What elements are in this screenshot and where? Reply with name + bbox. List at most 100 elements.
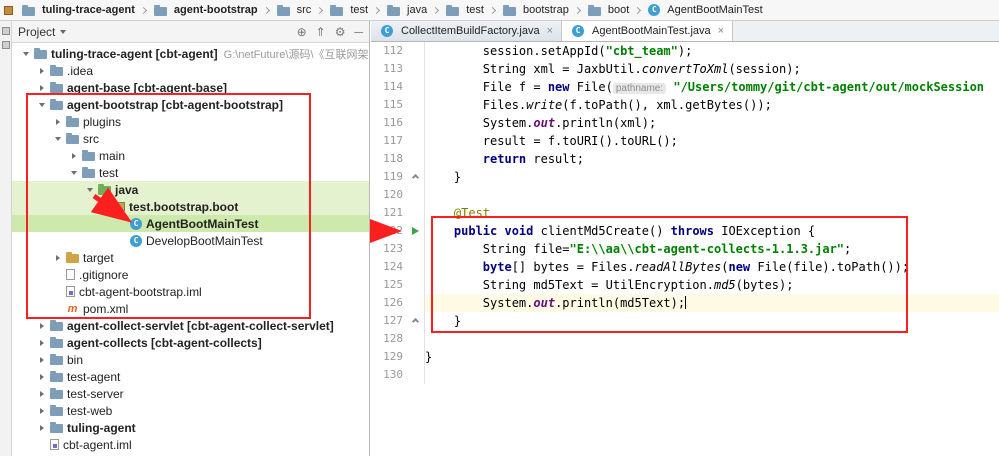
expand-arrow-open-icon[interactable]: [36, 102, 48, 107]
code-segment: "E:\\aa\\cbt-agent-collects-1.1.3.jar": [569, 242, 845, 256]
settings-gear-icon[interactable]: ⚙: [335, 26, 346, 38]
line-number: 116: [383, 116, 403, 129]
tree-item-test-web[interactable]: test-web: [12, 402, 369, 419]
close-tab-icon[interactable]: ×: [547, 25, 553, 37]
breadcrumb-item-tuling-trace-agent[interactable]: tuling-trace-agent: [17, 4, 138, 16]
breadcrumb-item-java[interactable]: java: [382, 4, 430, 16]
breadcrumb-item-boot[interactable]: boot: [583, 4, 632, 16]
expand-arrow-closed-icon[interactable]: [36, 322, 48, 329]
code-editor[interactable]: 112 session.setAppId("cbt_team"); 113 Str…: [372, 42, 999, 456]
code-segment: }: [425, 170, 462, 184]
fold-region-icon[interactable]: [411, 173, 420, 181]
breadcrumb-item-AgentBootMainTest[interactable]: C AgentBootMainTest: [643, 4, 765, 16]
expand-arrow-open-icon[interactable]: [100, 204, 112, 209]
breadcrumb-item-test[interactable]: test: [325, 4, 371, 16]
breadcrumb-item-test[interactable]: test: [441, 4, 487, 16]
tree-item-pom.xml[interactable]: m pom.xml: [12, 300, 369, 317]
tree-item-tuling-agent[interactable]: tuling-agent: [12, 419, 369, 436]
code-text[interactable]: String md5Text = UtilEncryption.md5(byte…: [425, 276, 999, 294]
gutter-cell[interactable]: [408, 312, 425, 330]
project-toolwindow-icon[interactable]: [1, 27, 10, 35]
folder-orange-icon: [66, 252, 79, 263]
code-text[interactable]: }: [425, 168, 999, 186]
code-text[interactable]: File f = new File(pathname: "/Users/tomm…: [425, 78, 999, 96]
code-text[interactable]: String file="E:\\aa\\cbt-agent-collects-…: [425, 240, 999, 258]
tree-item-agent-base [cbt-agent-base][interactable]: agent-base [cbt-agent-base]: [12, 79, 369, 96]
hide-panel-icon[interactable]: ─: [354, 26, 363, 38]
project-panel: Project ⊕ ⇑ ⚙ ─ tuling-trace-agent [cbt-age…: [12, 21, 370, 456]
code-segment: File(: [576, 80, 613, 94]
gutter-cell[interactable]: [408, 222, 425, 240]
code-text[interactable]: public void clientMd5Create() throws IOE…: [425, 222, 999, 240]
code-text[interactable]: result = f.toURI().toURL();: [425, 132, 999, 150]
code-text[interactable]: System.out.println(md5Text);: [425, 294, 999, 312]
tree-item-main[interactable]: main: [12, 147, 369, 164]
folder-icon: [50, 99, 63, 110]
gutter-cell: [408, 42, 425, 60]
tree-item-.idea[interactable]: .idea: [12, 62, 369, 79]
expand-arrow-closed-icon[interactable]: [36, 67, 48, 74]
breadcrumb-label: src: [296, 4, 312, 16]
tree-item-test[interactable]: test: [12, 164, 369, 181]
tree-item-agent-bootstrap [cbt-agent-bootstrap][interactable]: agent-bootstrap [cbt-agent-bootstrap]: [12, 96, 369, 113]
expand-arrow-closed-icon[interactable]: [52, 118, 64, 125]
breadcrumb-item-agent-bootstrap[interactable]: agent-bootstrap: [149, 4, 261, 16]
editor-tab-CollectItemBuildFactory.java[interactable]: C CollectItemBuildFactory.java ×: [371, 21, 563, 41]
expand-arrow-closed-icon[interactable]: [36, 424, 48, 431]
tree-item-AgentBootMainTest[interactable]: C AgentBootMainTest: [12, 215, 369, 232]
expand-arrow-closed-icon[interactable]: [36, 390, 48, 397]
tree-item-plugins[interactable]: plugins: [12, 113, 369, 130]
tree-item-agent-collect-servlet [cbt-agent-collect-servlet][interactable]: agent-collect-servlet [cbt-agent-collect…: [12, 317, 369, 334]
code-text[interactable]: session.setAppId("cbt_team");: [425, 42, 999, 60]
chevron-down-icon[interactable]: [60, 29, 67, 34]
expand-arrow-closed-icon[interactable]: [36, 373, 48, 380]
expand-arrow-closed-icon[interactable]: [36, 84, 48, 91]
tree-item-tuling-trace-agent [cbt-agent][interactable]: tuling-trace-agent [cbt-agent] G:\netFutu…: [12, 45, 369, 62]
locate-icon[interactable]: ⊕: [297, 26, 307, 38]
code-text[interactable]: [425, 186, 999, 204]
tree-item-bin[interactable]: bin: [12, 351, 369, 368]
expand-arrow-closed-icon[interactable]: [68, 152, 80, 159]
tree-item-DevelopBootMainTest[interactable]: C DevelopBootMainTest: [12, 232, 369, 249]
code-text[interactable]: }: [425, 312, 999, 330]
expand-arrow-open-icon[interactable]: [20, 51, 32, 56]
tree-item-test.bootstrap.boot[interactable]: test.bootstrap.boot: [12, 198, 369, 215]
tree-item-cbt-agent.iml[interactable]: cbt-agent.iml: [12, 436, 369, 453]
gutter-cell[interactable]: [408, 168, 425, 186]
expand-arrow-closed-icon[interactable]: [52, 254, 64, 261]
expand-arrow-open-icon[interactable]: [68, 170, 80, 175]
code-text[interactable]: byte[] bytes = Files.readAllBytes(new Fi…: [425, 258, 999, 276]
tree-item-cbt-agent-bootstrap.iml[interactable]: cbt-agent-bootstrap.iml: [12, 283, 369, 300]
tree-item-.gitignore[interactable]: .gitignore: [12, 266, 369, 283]
tree-item-agent-collects [cbt-agent-collects][interactable]: agent-collects [cbt-agent-collects]: [12, 334, 369, 351]
tree-item-src[interactable]: src: [12, 130, 369, 147]
editor-tab-AgentBootMainTest.java[interactable]: C AgentBootMainTest.java ×: [562, 21, 734, 41]
project-tree: tuling-trace-agent [cbt-agent] G:\netFutu…: [12, 43, 369, 456]
expand-arrow-closed-icon[interactable]: [36, 339, 48, 346]
tree-item-test-agent[interactable]: test-agent: [12, 368, 369, 385]
code-text[interactable]: Files.write(f.toPath(), xml.getBytes());: [425, 96, 999, 114]
code-text[interactable]: String xml = JaxbUtil.convertToXml(sessi…: [425, 60, 999, 78]
tree-item-test-server[interactable]: test-server: [12, 385, 369, 402]
code-text[interactable]: @Test: [425, 204, 999, 222]
structure-toolwindow-icon[interactable]: [1, 41, 10, 49]
run-test-icon[interactable]: [412, 227, 419, 235]
fold-region-icon[interactable]: [411, 317, 420, 325]
expand-arrow-open-icon[interactable]: [52, 136, 64, 141]
tree-item-target[interactable]: target: [12, 249, 369, 266]
collapse-all-icon[interactable]: ⇑: [316, 26, 326, 38]
expand-arrow-closed-icon[interactable]: [36, 407, 48, 414]
expand-arrow-closed-icon[interactable]: [36, 356, 48, 363]
tree-item-java[interactable]: java: [12, 181, 369, 198]
code-line-121: 121 @Test: [372, 204, 999, 222]
close-tab-icon[interactable]: ×: [718, 25, 724, 37]
code-text[interactable]: [425, 330, 999, 348]
tree-item-label: tuling-trace-agent [cbt-agent]: [51, 46, 218, 61]
breadcrumb-item-bootstrap[interactable]: bootstrap: [498, 4, 572, 16]
code-text[interactable]: [425, 366, 999, 384]
code-text[interactable]: return result;: [425, 150, 999, 168]
code-text[interactable]: }: [425, 348, 999, 366]
breadcrumb-item-src[interactable]: src: [272, 4, 315, 16]
expand-arrow-open-icon[interactable]: [84, 187, 96, 192]
code-text[interactable]: System.out.println(xml);: [425, 114, 999, 132]
